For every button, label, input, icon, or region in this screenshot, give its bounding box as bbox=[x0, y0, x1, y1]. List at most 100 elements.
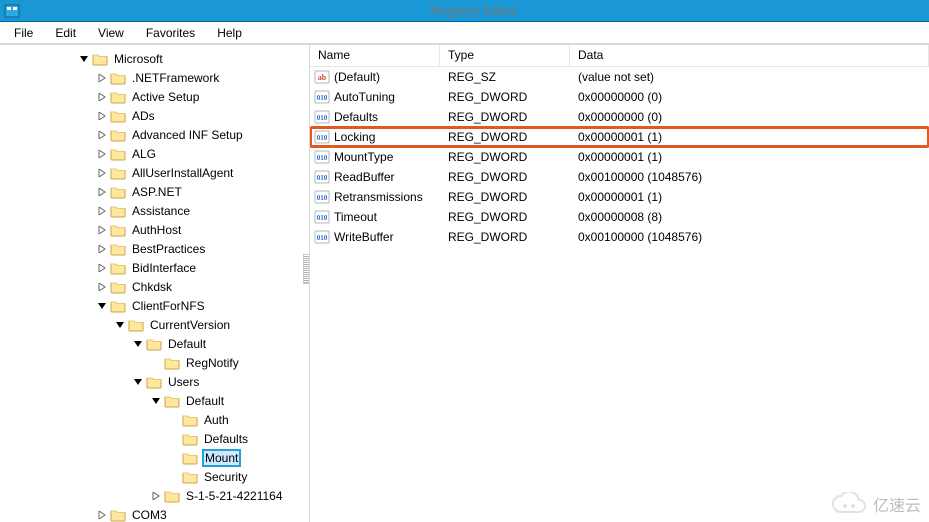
expand-icon[interactable] bbox=[96, 91, 108, 103]
expand-icon[interactable] bbox=[150, 395, 162, 407]
tree-label: BestPractices bbox=[130, 241, 207, 257]
expand-icon[interactable] bbox=[96, 205, 108, 217]
folder-icon bbox=[110, 166, 126, 180]
expand-icon[interactable] bbox=[132, 376, 144, 388]
folder-icon bbox=[110, 128, 126, 142]
column-data[interactable]: Data bbox=[570, 45, 929, 66]
folder-icon bbox=[110, 261, 126, 275]
tree-node-users-default[interactable]: Default bbox=[0, 391, 309, 410]
expand-icon[interactable] bbox=[96, 72, 108, 84]
value-row[interactable]: RetransmissionsREG_DWORD0x00000001 (1) bbox=[310, 187, 929, 207]
value-row[interactable]: ReadBufferREG_DWORD0x00100000 (1048576) bbox=[310, 167, 929, 187]
expand-icon[interactable] bbox=[96, 300, 108, 312]
value-row[interactable]: WriteBufferREG_DWORD0x00100000 (1048576) bbox=[310, 227, 929, 247]
tree-node[interactable]: AllUserInstallAgent bbox=[0, 163, 309, 182]
value-row[interactable]: DefaultsREG_DWORD0x00000000 (0) bbox=[310, 107, 929, 127]
value-row[interactable]: AutoTuningREG_DWORD0x00000000 (0) bbox=[310, 87, 929, 107]
value-type: REG_DWORD bbox=[440, 130, 570, 144]
tree-node-regnotify[interactable]: RegNotify bbox=[0, 353, 309, 372]
value-name: AutoTuning bbox=[334, 90, 395, 104]
tree-node-auth[interactable]: Auth bbox=[0, 410, 309, 429]
dword-value-icon bbox=[314, 109, 330, 125]
expand-icon[interactable] bbox=[96, 129, 108, 141]
expand-icon[interactable] bbox=[96, 281, 108, 293]
menu-help[interactable]: Help bbox=[207, 24, 252, 42]
expand-icon[interactable] bbox=[96, 148, 108, 160]
menu-edit[interactable]: Edit bbox=[45, 24, 86, 42]
tree-label: Default bbox=[184, 393, 226, 409]
tree-node[interactable]: Chkdsk bbox=[0, 277, 309, 296]
value-type: REG_DWORD bbox=[440, 90, 570, 104]
dword-value-icon bbox=[314, 229, 330, 245]
value-data: (value not set) bbox=[570, 70, 929, 84]
tree-label: Assistance bbox=[130, 203, 192, 219]
menu-favorites[interactable]: Favorites bbox=[136, 24, 205, 42]
tree-node-currentversion[interactable]: CurrentVersion bbox=[0, 315, 309, 334]
tree-node-com3[interactable]: COM3 bbox=[0, 505, 309, 522]
tree-node[interactable]: BestPractices bbox=[0, 239, 309, 258]
menu-file[interactable]: File bbox=[4, 24, 43, 42]
tree-node[interactable]: .NETFramework bbox=[0, 68, 309, 87]
tree-label: Security bbox=[202, 469, 249, 485]
tree-node-sid[interactable]: S-1-5-21-4221164 bbox=[0, 486, 309, 505]
tree-node[interactable]: ASP.NET bbox=[0, 182, 309, 201]
value-type: REG_DWORD bbox=[440, 110, 570, 124]
tree-node-microsoft[interactable]: Microsoft bbox=[0, 49, 309, 68]
values-list: (Default)REG_SZ(value not set) AutoTuning… bbox=[310, 67, 929, 247]
folder-icon bbox=[182, 451, 198, 465]
expand-icon[interactable] bbox=[96, 167, 108, 179]
expand-icon[interactable] bbox=[96, 262, 108, 274]
app-icon bbox=[4, 3, 20, 19]
registry-tree[interactable]: Microsoft .NETFramework Active SetupADsAd… bbox=[0, 45, 309, 522]
value-name: Timeout bbox=[334, 210, 377, 224]
folder-icon bbox=[182, 413, 198, 427]
tree-label: Active Setup bbox=[130, 89, 201, 105]
tree-label: COM3 bbox=[130, 507, 169, 522]
folder-icon bbox=[110, 242, 126, 256]
tree-node[interactable]: BidInterface bbox=[0, 258, 309, 277]
tree-node[interactable]: ADs bbox=[0, 106, 309, 125]
value-row[interactable]: LockingREG_DWORD0x00000001 (1) bbox=[310, 127, 929, 147]
tree-node[interactable]: Assistance bbox=[0, 201, 309, 220]
tree-node[interactable]: Advanced INF Setup bbox=[0, 125, 309, 144]
expand-icon[interactable] bbox=[96, 224, 108, 236]
folder-icon bbox=[110, 280, 126, 294]
tree-node[interactable]: ALG bbox=[0, 144, 309, 163]
expand-icon[interactable] bbox=[96, 186, 108, 198]
value-row[interactable]: (Default)REG_SZ(value not set) bbox=[310, 67, 929, 87]
folder-icon bbox=[128, 318, 144, 332]
tree-node[interactable]: Active Setup bbox=[0, 87, 309, 106]
tree-pane[interactable]: Microsoft .NETFramework Active SetupADsAd… bbox=[0, 45, 310, 522]
tree-node-security[interactable]: Security bbox=[0, 467, 309, 486]
expand-icon[interactable] bbox=[96, 509, 108, 521]
expand-icon[interactable] bbox=[96, 110, 108, 122]
expand-icon[interactable] bbox=[114, 319, 126, 331]
values-pane[interactable]: Name Type Data (Default)REG_SZ(value not… bbox=[310, 45, 929, 522]
value-data: 0x00100000 (1048576) bbox=[570, 170, 929, 184]
tree-node-mount[interactable]: Mount bbox=[0, 448, 309, 467]
expand-icon[interactable] bbox=[96, 243, 108, 255]
tree-node-clientfornfs[interactable]: ClientForNFS bbox=[0, 296, 309, 315]
value-data: 0x00000001 (1) bbox=[570, 190, 929, 204]
value-type: REG_DWORD bbox=[440, 190, 570, 204]
tree-label: Microsoft bbox=[112, 51, 165, 67]
splitter[interactable] bbox=[303, 254, 309, 284]
expand-icon[interactable] bbox=[132, 338, 144, 350]
value-row[interactable]: TimeoutREG_DWORD0x00000008 (8) bbox=[310, 207, 929, 227]
value-name: ReadBuffer bbox=[334, 170, 395, 184]
tree-node[interactable]: AuthHost bbox=[0, 220, 309, 239]
value-row[interactable]: MountTypeREG_DWORD0x00000001 (1) bbox=[310, 147, 929, 167]
folder-icon bbox=[164, 356, 180, 370]
dword-value-icon bbox=[314, 149, 330, 165]
expand-icon[interactable] bbox=[78, 53, 90, 65]
tree-label: Chkdsk bbox=[130, 279, 174, 295]
tree-node-defaults[interactable]: Defaults bbox=[0, 429, 309, 448]
folder-icon bbox=[146, 337, 162, 351]
tree-node-default[interactable]: Default bbox=[0, 334, 309, 353]
column-name[interactable]: Name bbox=[310, 45, 440, 66]
tree-node-users[interactable]: Users bbox=[0, 372, 309, 391]
menu-view[interactable]: View bbox=[88, 24, 134, 42]
expand-icon[interactable] bbox=[150, 490, 162, 502]
value-name: Locking bbox=[334, 130, 375, 144]
column-type[interactable]: Type bbox=[440, 45, 570, 66]
